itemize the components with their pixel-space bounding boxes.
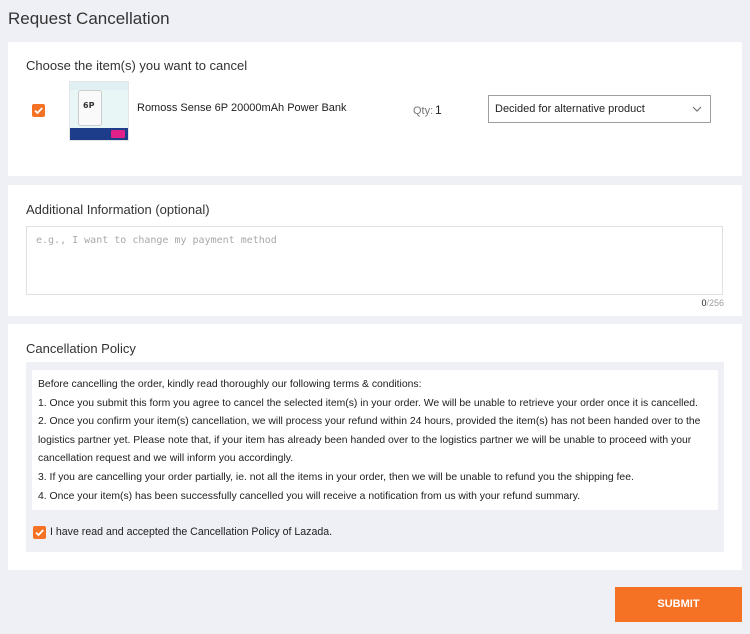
items-card: Choose the item(s) you want to cancel 6P… (8, 42, 742, 176)
qty-value: 1 (435, 103, 442, 117)
power-bank-product-image: 6P (69, 81, 129, 141)
items-section-title: Choose the item(s) you want to cancel (26, 58, 248, 73)
checkmark-icon (34, 107, 43, 115)
policy-line: 1. Once you submit this form you agree t… (38, 397, 698, 409)
product-name: Romoss Sense 6P 20000mAh Power Bank (137, 102, 347, 114)
policy-title: Cancellation Policy (26, 341, 136, 356)
additional-info-textarea[interactable] (26, 226, 723, 295)
additional-info-title: Additional Information (optional) (26, 202, 210, 217)
policy-line: 3. If you are cancelling your order part… (38, 471, 634, 483)
additional-info-card: Additional Information (optional) 0/256 (8, 185, 742, 316)
accept-policy-label[interactable]: I have read and accepted the Cancellatio… (50, 526, 332, 538)
policy-line: 4. Once your item(s) has been successful… (38, 490, 581, 502)
cancellation-reason-value: Decided for alternative product (495, 103, 645, 115)
accept-policy-checkbox[interactable] (33, 526, 46, 539)
submit-button[interactable]: SUBMIT (615, 587, 742, 622)
cancellation-reason-select[interactable]: Decided for alternative product (488, 95, 711, 123)
page-title: Request Cancellation (8, 9, 170, 28)
cancellation-policy-card: Cancellation Policy Before cancelling th… (8, 324, 742, 570)
policy-terms: Before cancelling the order, kindly read… (32, 370, 718, 510)
policy-box: Before cancelling the order, kindly read… (26, 362, 724, 552)
character-counter: 0/256 (701, 298, 724, 308)
qty-label: Qty: (413, 105, 434, 117)
policy-line: 2. Once you confirm your item(s) cancell… (38, 416, 701, 465)
checkmark-icon (35, 529, 44, 537)
policy-line: Before cancelling the order, kindly read… (38, 379, 422, 390)
chevron-down-icon (692, 106, 702, 112)
item-checkbox[interactable] (32, 104, 45, 117)
